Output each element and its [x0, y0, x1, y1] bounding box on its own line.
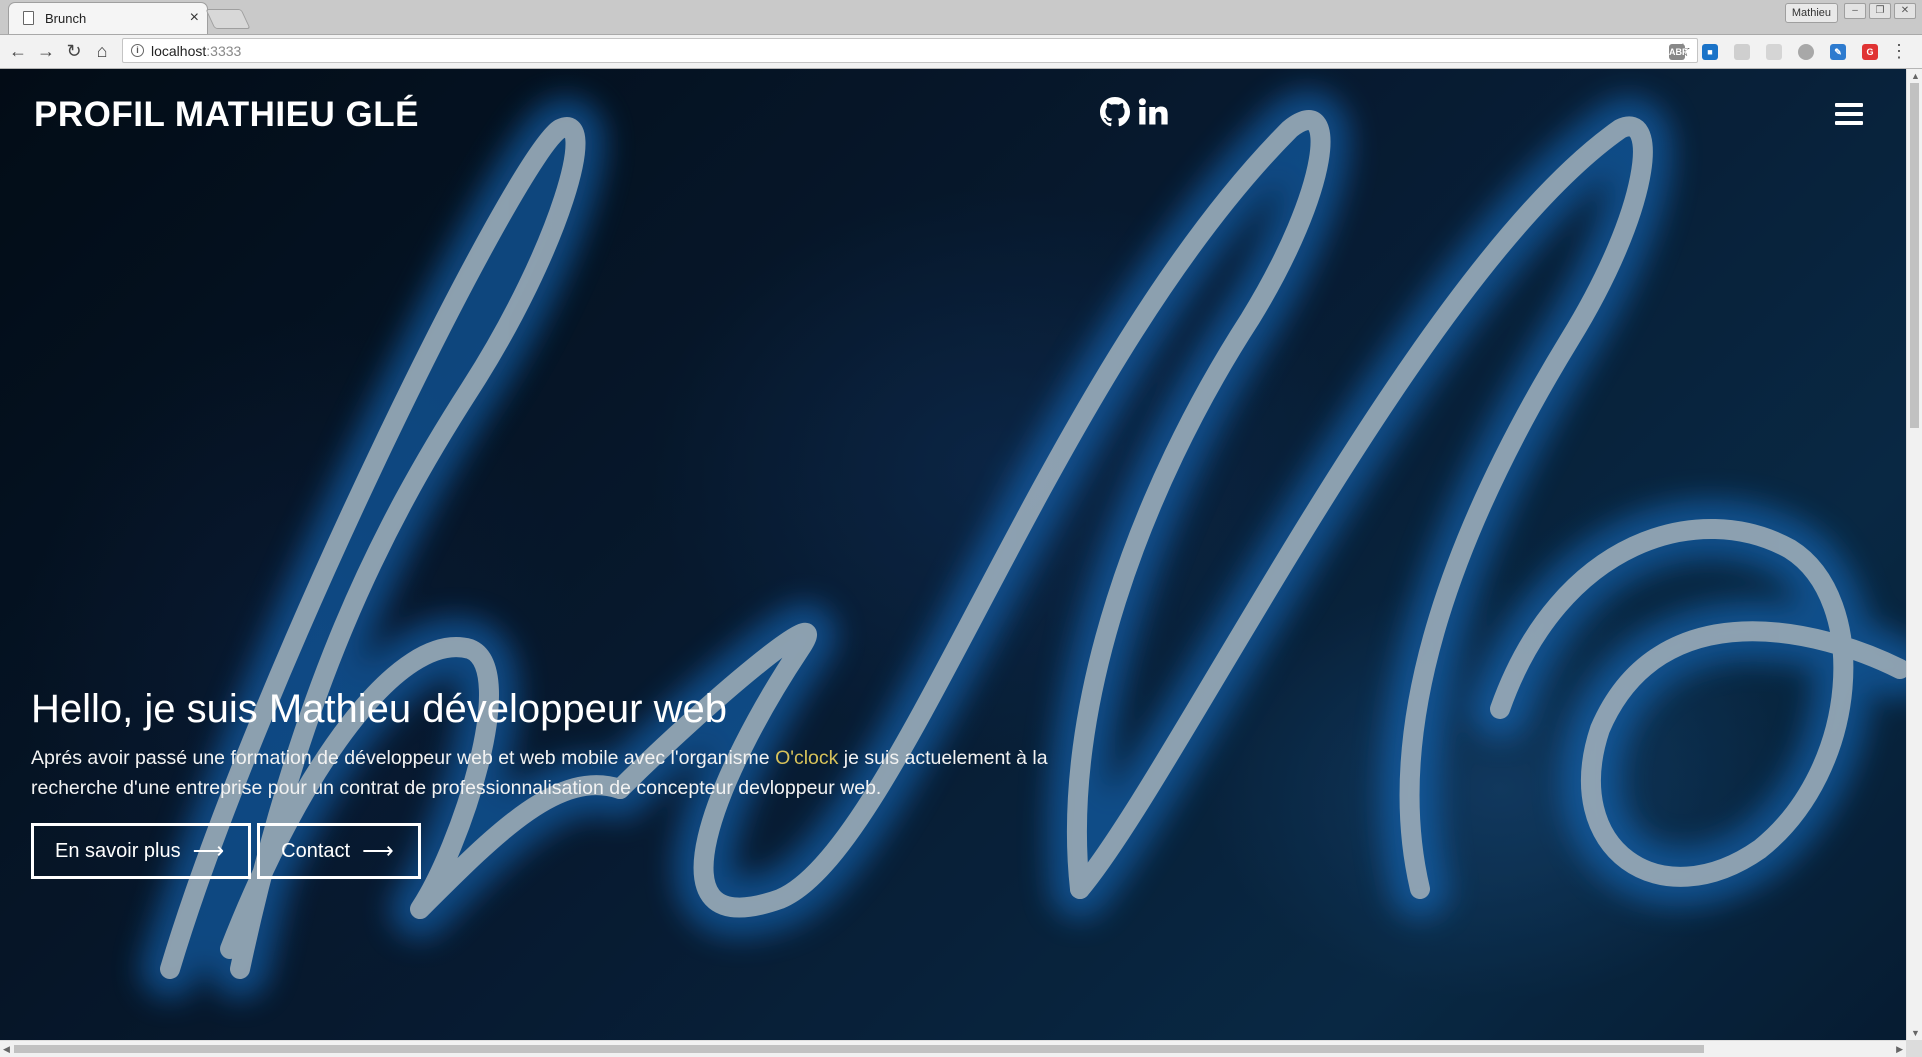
- hero-section: Hello, je suis Mathieu développeur web A…: [31, 685, 1131, 879]
- profile-button[interactable]: Mathieu: [1784, 3, 1838, 23]
- scroll-left-icon[interactable]: ◀: [3, 1044, 10, 1055]
- address-bar[interactable]: i localhost:3333 ☆: [122, 38, 1698, 63]
- social-links: [1100, 97, 1168, 127]
- arrow-right-icon: ⟶: [362, 838, 394, 863]
- linkedin-icon[interactable]: [1138, 97, 1168, 127]
- hero-buttons: En savoir plus ⟶ Contact ⟶: [31, 823, 1131, 879]
- learn-more-label: En savoir plus: [55, 839, 181, 862]
- page-icon: [23, 11, 34, 25]
- reload-button[interactable]: ↻: [63, 40, 85, 62]
- url-text[interactable]: localhost:3333: [151, 43, 241, 59]
- home-button[interactable]: ⌂: [91, 40, 113, 62]
- extension-icon[interactable]: [1766, 44, 1782, 60]
- scroll-right-icon[interactable]: ▶: [1896, 1044, 1903, 1055]
- close-window-button[interactable]: ✕: [1894, 3, 1916, 19]
- contact-button[interactable]: Contact ⟶: [257, 823, 421, 879]
- horizontal-scrollbar[interactable]: ◀ ▶: [0, 1040, 1906, 1057]
- browser-toolbar: ← → ↻ ⌂ i localhost:3333 ☆ ABP ■ ✎ G ⋮: [0, 35, 1922, 69]
- tab-title: Brunch: [45, 11, 87, 26]
- browser-titlebar: Brunch × Mathieu – ❐ ✕: [0, 0, 1922, 35]
- arrow-right-icon: ⟶: [192, 838, 225, 863]
- oclock-link[interactable]: O'clock: [775, 747, 838, 769]
- horizontal-scroll-thumb[interactable]: [14, 1045, 1704, 1053]
- forward-button[interactable]: →: [35, 40, 57, 62]
- background-overlay: [0, 69, 1906, 1040]
- site-brand[interactable]: PROFIL MATHIEU GLÉ: [34, 95, 419, 135]
- browser-tab[interactable]: Brunch ×: [8, 2, 208, 34]
- learn-more-button[interactable]: En savoir plus ⟶: [31, 823, 252, 879]
- adblock-extension-icon[interactable]: ABP: [1669, 44, 1688, 60]
- vertical-scrollbar[interactable]: ▲ ▼: [1906, 69, 1922, 1040]
- vertical-scroll-thumb[interactable]: [1910, 83, 1919, 428]
- browser-menu-icon[interactable]: ⋮: [1890, 40, 1908, 62]
- extension-icon[interactable]: G: [1862, 44, 1878, 60]
- tab-close-icon[interactable]: ×: [190, 9, 199, 27]
- page-viewport: PROFIL MATHIEU GLÉ Hello, je suis Mathie…: [0, 69, 1906, 1040]
- scroll-up-icon[interactable]: ▲: [1911, 71, 1920, 81]
- url-port: :3333: [206, 43, 242, 59]
- info-icon[interactable]: i: [131, 44, 144, 57]
- hero-title: Hello, je suis Mathieu développeur web: [31, 687, 727, 731]
- extension-icon[interactable]: [1734, 44, 1750, 60]
- contact-label: Contact: [281, 839, 351, 862]
- hamburger-icon[interactable]: [1835, 103, 1863, 127]
- back-button[interactable]: ←: [7, 40, 29, 62]
- scrollbar-corner: [1906, 1040, 1922, 1057]
- url-host: localhost: [151, 43, 207, 59]
- minimize-button[interactable]: –: [1844, 3, 1866, 19]
- scroll-down-icon[interactable]: ▼: [1911, 1028, 1920, 1038]
- extension-icon[interactable]: ✎: [1830, 44, 1846, 60]
- hero-text: Aprés avoir passé une formation de dével…: [31, 747, 776, 769]
- restore-button[interactable]: ❐: [1869, 3, 1891, 19]
- extension-icon[interactable]: [1798, 44, 1814, 60]
- new-tab-button[interactable]: [205, 9, 251, 29]
- hero-description: Aprés avoir passé une formation de dével…: [31, 743, 1101, 803]
- github-icon[interactable]: [1100, 97, 1130, 127]
- extension-icon[interactable]: ■: [1702, 44, 1718, 60]
